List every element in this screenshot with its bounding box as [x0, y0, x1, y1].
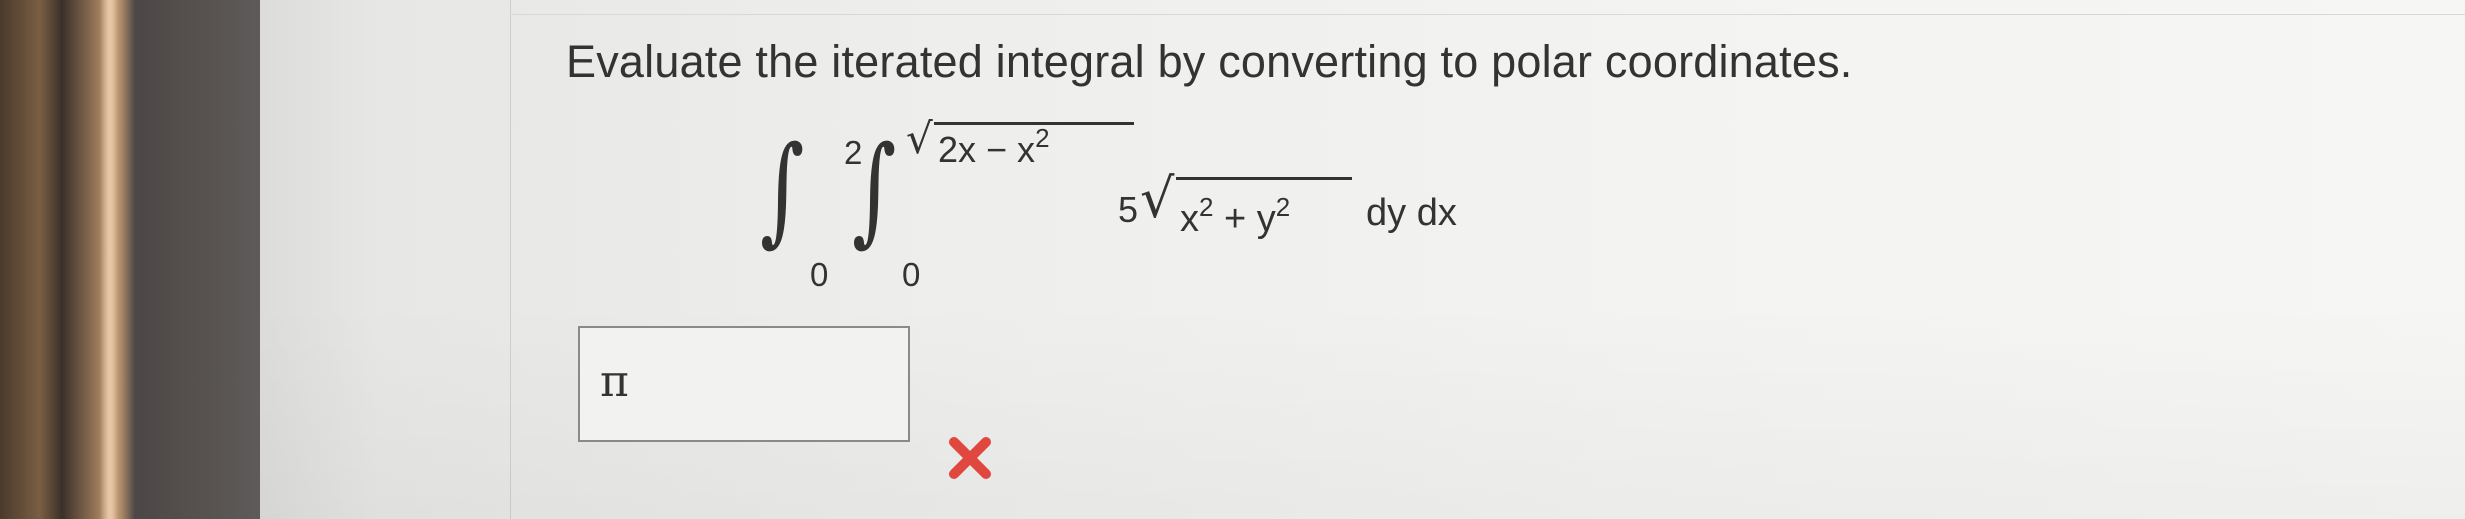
- integrand-radicand: x2 + y2: [1180, 194, 1290, 240]
- answer-input[interactable]: π: [578, 326, 910, 442]
- integral-expression: ∫ 2 0 ∫ 0 √ 2x − x2 5 √ x2 + y2 dy dx: [760, 114, 1560, 300]
- integrand-x: x: [1180, 198, 1199, 240]
- outer-lower-limit: 0: [810, 256, 829, 293]
- inner-lower-limit: 0: [902, 256, 921, 293]
- outer-integral-sign: ∫: [760, 120, 805, 258]
- integrand-vinculum: [1176, 177, 1352, 180]
- inner-upper-radicand: 2x − x: [938, 129, 1036, 170]
- inner-upper-limit: 2x − x2: [938, 125, 1050, 170]
- red-x-icon: [944, 432, 996, 484]
- bezel-glare: [100, 0, 118, 519]
- integrand-radical-sign: √: [1140, 167, 1175, 230]
- question-prompt: Evaluate the iterated integral by conver…: [566, 36, 1853, 87]
- inner-upper-radical-sign: √: [906, 114, 933, 163]
- integrand-y-exponent: 2: [1275, 192, 1291, 222]
- integrand-plus-y: + y: [1213, 198, 1276, 240]
- inner-integral-sign: ∫: [852, 120, 897, 258]
- differentials: dy dx: [1366, 192, 1457, 234]
- integrand-x-exponent: 2: [1199, 192, 1214, 222]
- monitor-bezel: [0, 0, 260, 519]
- inner-upper-exponent: 2: [1035, 123, 1050, 153]
- integrand-coefficient: 5: [1118, 189, 1139, 230]
- answer-value: π: [600, 356, 629, 407]
- inner-upper-vinculum: [934, 122, 1134, 125]
